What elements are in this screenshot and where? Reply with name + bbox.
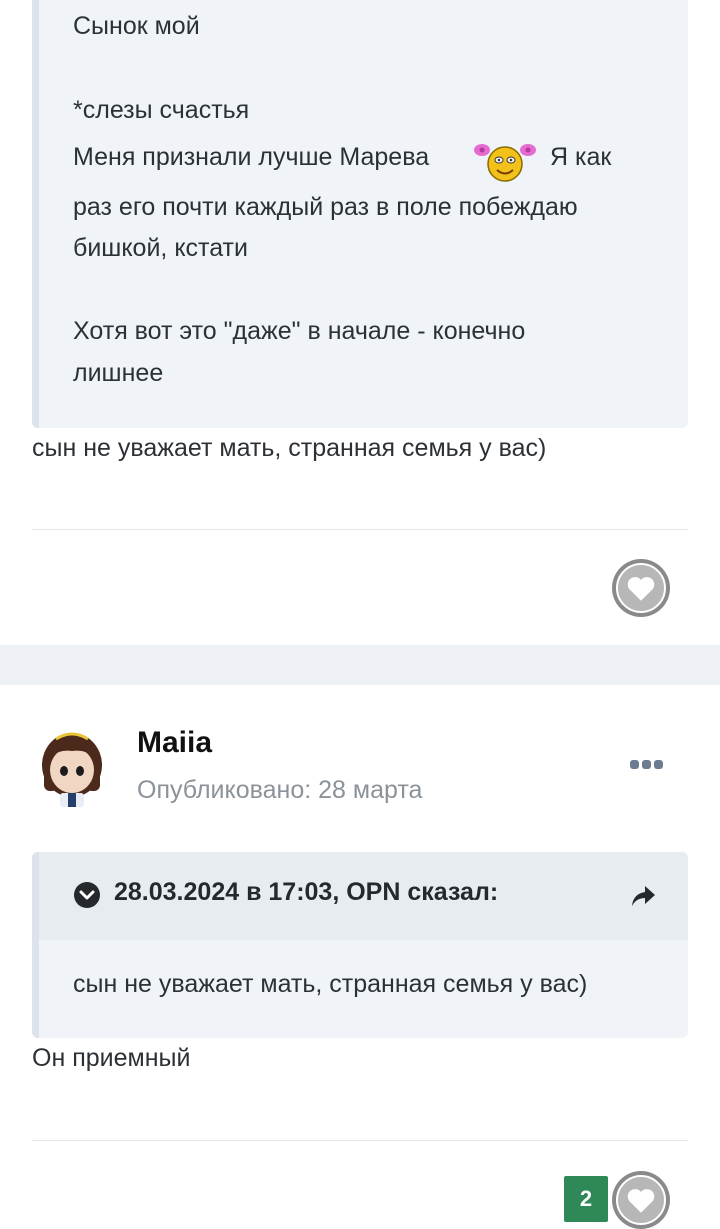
quote-line: *слезы счастья: [73, 96, 250, 124]
quote-text: сын не уважает мать, странная семья у ва…: [73, 970, 588, 998]
avatar[interactable]: [30, 725, 114, 809]
smiley-emoji-icon: [474, 144, 536, 182]
quote-header[interactable]: 28.03.2024 в 17:03, OPN сказал:: [39, 852, 688, 940]
quote-line: бишкой, кстати: [73, 234, 248, 262]
quote-block: 28.03.2024 в 17:03, OPN сказал: сын не у…: [32, 852, 688, 1038]
like-button[interactable]: [612, 1171, 670, 1229]
divider: [32, 1140, 688, 1141]
quote-line: раз его почти каждый раз в поле побеждаю: [73, 193, 578, 221]
quote-block: Сынок мой *слезы счастья Меня признали л…: [32, 0, 688, 428]
author-name[interactable]: Maiia: [137, 726, 212, 760]
divider: [32, 529, 688, 530]
heart-icon: [627, 576, 655, 601]
reaction-count-badge[interactable]: 2: [564, 1176, 608, 1222]
quote-line: Я как: [550, 143, 612, 171]
post-separator: [0, 645, 720, 685]
quote-line: Меня признали лучше Марева: [73, 143, 430, 171]
quote-line: Сынок мой: [73, 12, 200, 40]
published-date: Опубликовано: 28 марта: [137, 776, 423, 804]
quote-line: Хотя вот это "даже" в начале - конечно: [73, 317, 526, 345]
more-options-icon[interactable]: [630, 760, 663, 769]
quote-line: лишнее: [73, 359, 164, 387]
post-1: Сынок мой *слезы счастья Меня признали л…: [0, 0, 720, 645]
post-body-text: сын не уважает мать, странная семья у ва…: [32, 434, 547, 462]
post-body-text: Он приемный: [32, 1044, 191, 1072]
heart-icon: [627, 1188, 655, 1213]
share-arrow-icon[interactable]: [629, 883, 657, 909]
quote-citation: 28.03.2024 в 17:03, OPN сказал:: [114, 878, 499, 906]
like-button[interactable]: [612, 559, 670, 617]
chevron-down-icon[interactable]: [73, 881, 101, 909]
